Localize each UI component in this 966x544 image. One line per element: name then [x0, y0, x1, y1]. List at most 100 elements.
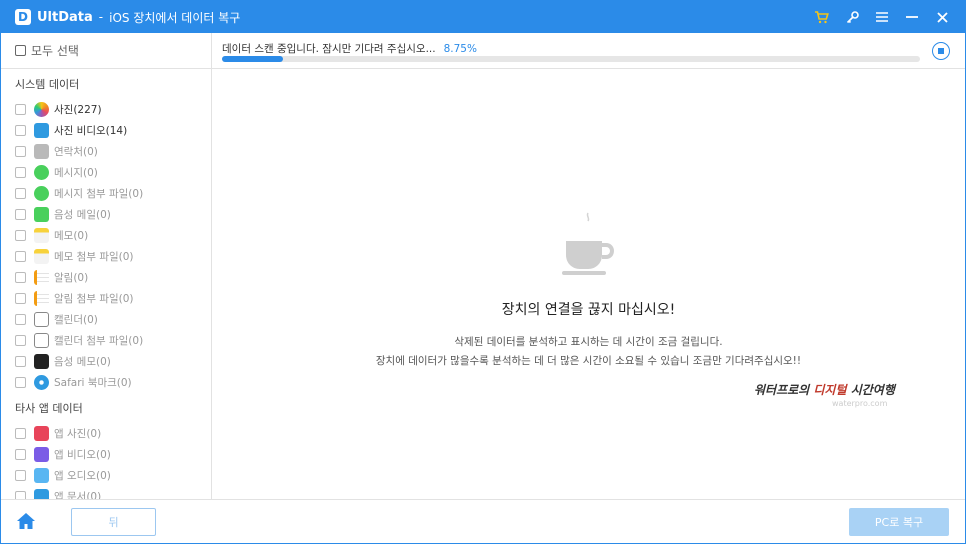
- voice-memo-icon: [34, 354, 49, 369]
- list-item[interactable]: 메모(0): [1, 225, 211, 246]
- item-checkbox[interactable]: [15, 428, 26, 439]
- watermark-highlight: 디지털: [813, 383, 847, 397]
- list-item[interactable]: 음성 메일(0): [1, 204, 211, 225]
- stop-scan-button[interactable]: [932, 42, 950, 60]
- item-label: 사진 비디오(14): [54, 125, 128, 137]
- item-label: 앱 비디오(0): [54, 449, 111, 461]
- app-subtitle: iOS 장치에서 데이터 복구: [109, 10, 241, 25]
- item-label: 메모(0): [54, 230, 89, 242]
- main-panel: 장치의 연결을 끊지 마십시오! 삭제된 데이터를 분석하고 표시하는 데 시간…: [212, 69, 965, 499]
- item-checkbox[interactable]: [15, 188, 26, 199]
- list-item[interactable]: 사진 비디오(14): [1, 120, 211, 141]
- ultdata-logo-icon: D: [15, 9, 31, 25]
- item-checkbox[interactable]: [15, 335, 26, 346]
- scan-percent: 8.75%: [443, 43, 477, 55]
- reminders-icon: [34, 270, 49, 285]
- scan-progress-bar: [222, 56, 920, 62]
- contacts-icon: [34, 144, 49, 159]
- item-label: 메시지(0): [54, 167, 98, 179]
- app-name: UltData: [37, 9, 93, 25]
- system-data-section-title: 시스템 데이터: [15, 78, 80, 91]
- safari-icon: [34, 375, 49, 390]
- scan-status-text: 데이터 스캔 중입니다. 잠시만 기다려 주십시오...: [222, 43, 436, 55]
- list-item[interactable]: 메모 첨부 파일(0): [1, 246, 211, 267]
- item-checkbox[interactable]: [15, 314, 26, 325]
- list-item[interactable]: 앱 오디오(0): [1, 465, 211, 486]
- voicemail-icon: [34, 207, 49, 222]
- list-item[interactable]: 캘린더 첨부 파일(0): [1, 330, 211, 351]
- watermark-prefix: 워터프로의: [754, 383, 814, 397]
- item-label: 캘린더(0): [54, 314, 98, 326]
- list-item[interactable]: 메시지 첨부 파일(0): [1, 183, 211, 204]
- item-checkbox[interactable]: [15, 449, 26, 460]
- item-checkbox[interactable]: [15, 209, 26, 220]
- title-separator: -: [98, 10, 104, 24]
- item-label: 앱 문서(0): [54, 491, 102, 499]
- video-icon: [34, 123, 49, 138]
- item-checkbox[interactable]: [15, 470, 26, 481]
- item-checkbox[interactable]: [15, 104, 26, 115]
- menu-icon[interactable]: [867, 1, 897, 33]
- item-checkbox[interactable]: [15, 377, 26, 388]
- item-label: 연락처(0): [54, 146, 98, 158]
- messages-icon: [34, 165, 49, 180]
- item-checkbox[interactable]: [15, 167, 26, 178]
- calendar-attachment-icon: [34, 333, 49, 348]
- recover-to-pc-button[interactable]: PC로 복구: [849, 508, 949, 536]
- list-item[interactable]: 사진(227): [1, 99, 211, 120]
- coffee-cup-icon: [562, 212, 615, 275]
- third-party-data-list: 앱 사진(0) 앱 비디오(0) 앱 오디오(0) 앱 문서(0): [1, 423, 211, 499]
- list-item[interactable]: 메시지(0): [1, 162, 211, 183]
- watermark-sub: waterpro.com: [832, 399, 888, 408]
- notes-icon: [34, 228, 49, 243]
- title-bar: D UltData - iOS 장치에서 데이터 복구: [1, 1, 965, 33]
- watermark-suffix: 시간여행: [846, 383, 895, 397]
- list-item[interactable]: 앱 문서(0): [1, 486, 211, 499]
- list-item[interactable]: 앱 사진(0): [1, 423, 211, 444]
- home-icon[interactable]: [17, 513, 35, 529]
- title-bar-controls: [807, 1, 957, 33]
- third-party-section-title: 타사 앱 데이터: [15, 402, 83, 415]
- key-icon[interactable]: [837, 1, 867, 33]
- scan-progress-fill: [222, 56, 284, 62]
- list-item[interactable]: 연락처(0): [1, 141, 211, 162]
- watermark: 워터프로의 디지털 시간여행: [754, 381, 895, 398]
- calendar-icon: [34, 312, 49, 327]
- message-attachment-icon: [34, 186, 49, 201]
- item-label: 앱 사진(0): [54, 428, 102, 440]
- app-audio-icon: [34, 468, 49, 483]
- list-item[interactable]: 음성 메모(0): [1, 351, 211, 372]
- item-checkbox[interactable]: [15, 272, 26, 283]
- item-label: 음성 메일(0): [54, 209, 111, 221]
- back-button[interactable]: 뒤: [71, 508, 156, 536]
- list-item[interactable]: 캘린더(0): [1, 309, 211, 330]
- item-checkbox[interactable]: [15, 251, 26, 262]
- close-icon[interactable]: [927, 1, 957, 33]
- item-checkbox[interactable]: [15, 293, 26, 304]
- minimize-icon[interactable]: [897, 1, 927, 33]
- item-label: 메모 첨부 파일(0): [54, 251, 134, 263]
- list-item[interactable]: Safari 북마크(0): [1, 372, 211, 393]
- list-item[interactable]: 알림(0): [1, 267, 211, 288]
- warning-message-line1: 삭제된 데이터를 분석하고 표시하는 데 시간이 조금 걸립니다.: [454, 336, 723, 348]
- footer-bar: 뒤 PC로 복구: [1, 499, 965, 543]
- item-checkbox[interactable]: [15, 146, 26, 157]
- select-all-checkbox[interactable]: [15, 45, 26, 56]
- item-checkbox[interactable]: [15, 125, 26, 136]
- list-item[interactable]: 앱 비디오(0): [1, 444, 211, 465]
- item-label: 알림 첨부 파일(0): [54, 293, 134, 305]
- item-checkbox[interactable]: [15, 356, 26, 367]
- list-item[interactable]: 알림 첨부 파일(0): [1, 288, 211, 309]
- warning-title: 장치의 연결을 끊지 마십시오!: [501, 302, 676, 318]
- item-checkbox[interactable]: [15, 230, 26, 241]
- category-sidebar: 모두 선택 시스템 데이터 사진(227) 사진 비디오(14) 연락처(0) 메시지…: [1, 33, 212, 499]
- notes-attachment-icon: [34, 249, 49, 264]
- cart-icon[interactable]: [807, 1, 837, 33]
- scan-status: 데이터 스캔 중입니다. 잠시만 기다려 주십시오... 8.75%: [222, 41, 477, 56]
- reminders-attachment-icon: [34, 291, 49, 306]
- select-all-row[interactable]: 모두 선택: [1, 33, 211, 69]
- app-video-icon: [34, 447, 49, 462]
- item-label: 알림(0): [54, 272, 89, 284]
- item-checkbox[interactable]: [15, 491, 26, 499]
- item-label: 캘린더 첨부 파일(0): [54, 335, 144, 347]
